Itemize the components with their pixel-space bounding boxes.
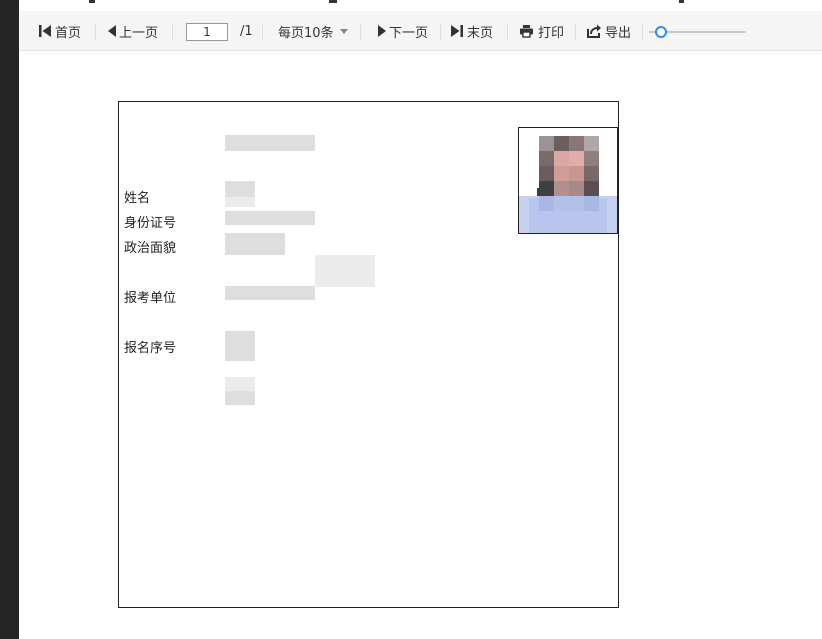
pixelated-portrait <box>519 128 617 233</box>
label-registration-number: 报名序号 <box>124 341 177 356</box>
page-size-label: 每页10条 <box>278 25 334 41</box>
next-page-button[interactable]: 下一页 <box>378 11 428 51</box>
toolbar-divider <box>575 23 576 41</box>
label-political-status: 政治面貌 <box>124 241 177 256</box>
candidate-photo <box>518 127 618 234</box>
toolbar-divider <box>172 23 173 41</box>
first-page-button[interactable]: 首页 <box>38 11 81 51</box>
caret-down-icon <box>339 28 348 34</box>
export-button[interactable]: 导出 <box>587 11 631 51</box>
print-button[interactable]: 打印 <box>519 11 564 51</box>
toolbar-divider <box>360 23 361 41</box>
prev-page-label: 上一页 <box>119 25 159 41</box>
redacted-name <box>225 197 255 207</box>
top-cropped-text-strip <box>19 0 822 11</box>
page-number-input[interactable] <box>186 23 228 41</box>
left-panel-edge <box>0 0 19 639</box>
toolbar-divider <box>262 23 263 41</box>
toolbar-divider <box>440 23 441 41</box>
prev-page-button[interactable]: 上一页 <box>108 11 158 51</box>
toolbar-divider <box>642 23 643 41</box>
next-page-label: 下一页 <box>389 25 429 41</box>
next-page-icon <box>378 24 386 38</box>
redacted-political-status <box>225 233 285 255</box>
redacted-name <box>225 181 255 197</box>
redacted-id-number <box>225 211 315 225</box>
toolbar-divider <box>95 23 96 41</box>
label-name: 姓名 <box>124 191 151 206</box>
redacted-registration-number <box>225 331 255 361</box>
toolbar-divider <box>507 23 508 41</box>
print-label: 打印 <box>538 25 565 41</box>
redacted-field <box>225 391 255 405</box>
report-toolbar: 首页 上一页 /1 每页10条 下一页 末页 打印 <box>19 11 822 51</box>
total-pages-text: /1 <box>240 23 253 39</box>
export-label: 导出 <box>605 25 632 41</box>
last-page-button[interactable]: 末页 <box>450 11 493 51</box>
export-icon <box>587 24 601 38</box>
first-page-icon <box>38 24 52 38</box>
redacted-field <box>225 377 255 391</box>
printer-icon <box>519 24 534 38</box>
label-id-number: 身份证号 <box>124 216 177 231</box>
redacted-exam-unit <box>225 286 315 300</box>
last-page-icon <box>450 24 464 38</box>
last-page-label: 末页 <box>467 25 494 41</box>
first-page-label: 首页 <box>55 25 82 41</box>
label-exam-unit: 报考单位 <box>124 291 177 306</box>
redacted-field <box>315 255 375 287</box>
redacted-title <box>225 135 315 151</box>
page-size-dropdown[interactable]: 每页10条 <box>278 11 348 51</box>
zoom-slider-thumb[interactable] <box>655 26 667 38</box>
admission-ticket-card: 姓名 身份证号 政治面貌 报考单位 报名序号 <box>118 101 619 608</box>
prev-page-icon <box>108 24 116 38</box>
